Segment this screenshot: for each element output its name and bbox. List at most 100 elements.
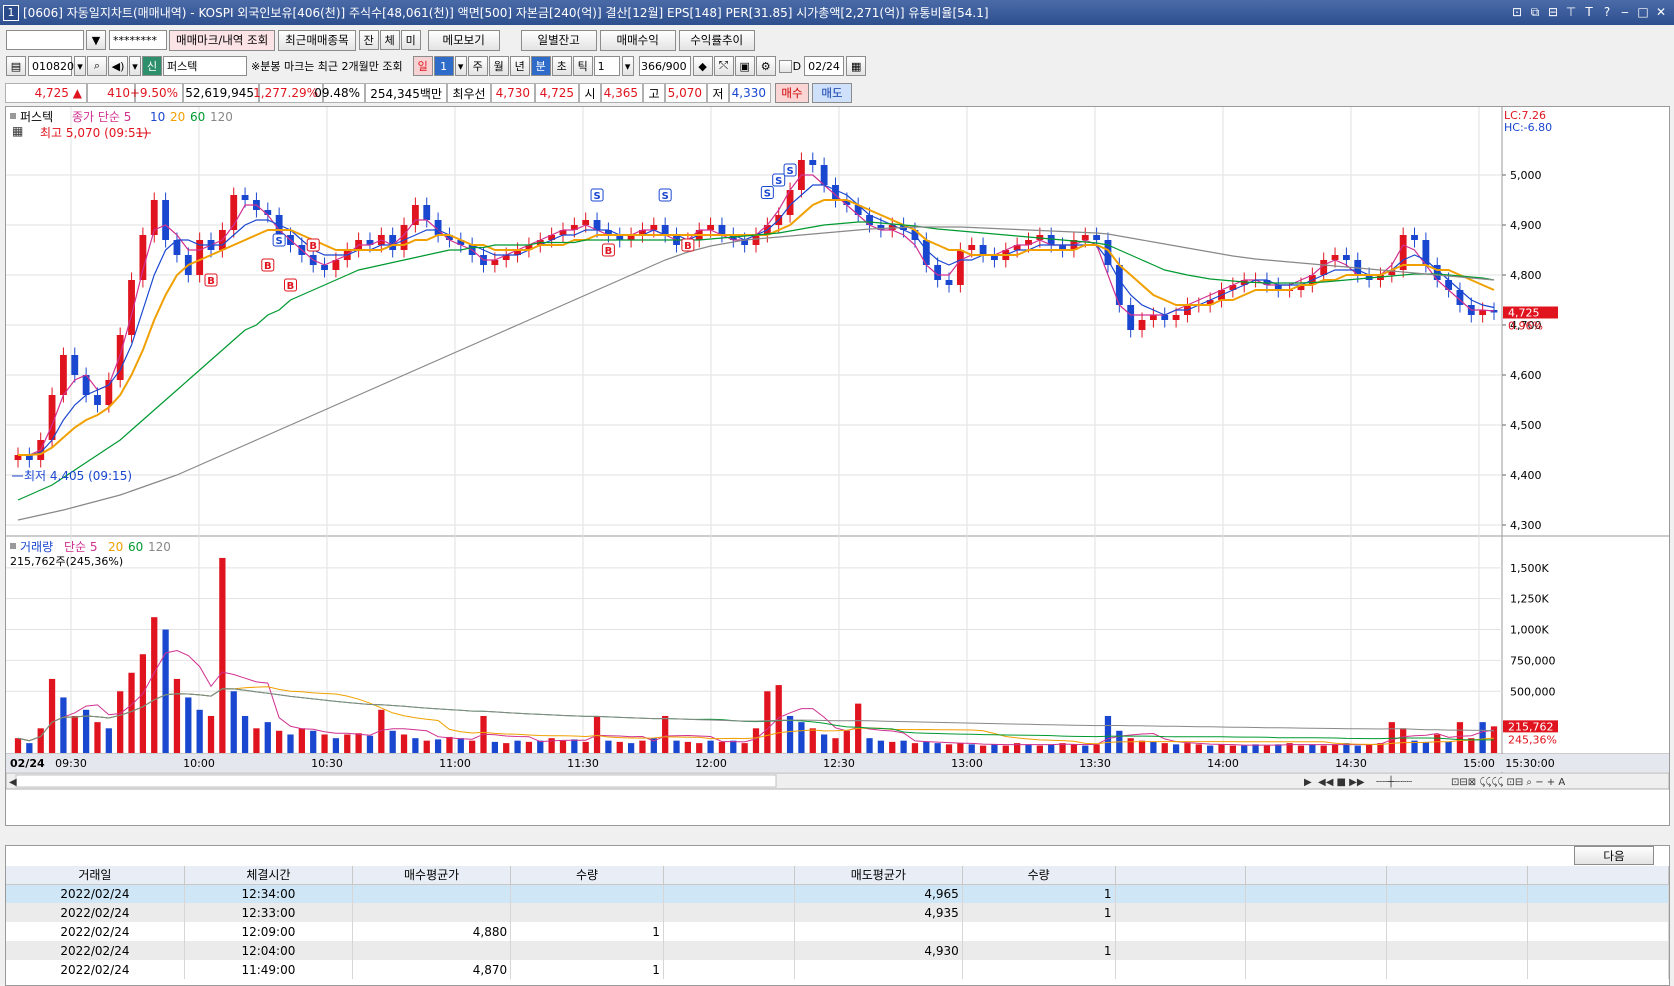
count-field[interactable]: 366/900 [638,56,691,76]
column-header[interactable]: 체결시간 [184,866,354,885]
column-header[interactable]: 수량 [962,866,1116,885]
trade-amount: 254,345백만 [365,83,447,103]
help-icon[interactable]: ? [1598,5,1616,20]
save-chart-icon[interactable]: ▣ [734,56,755,76]
mark-query-button[interactable]: 매매마크/내역 조회 [169,29,276,51]
column-header[interactable]: 매도평균가 [794,866,963,885]
close-icon[interactable]: ✕ [1652,5,1670,20]
volume-bar [741,743,748,753]
vol-legend-item: 거래량 [20,540,53,554]
period-month[interactable]: 월 [488,56,509,76]
scroll-right-icon: ▶ [1304,777,1312,788]
duplicate-icon[interactable]: ⧉ [1526,5,1544,20]
trade-mark-label: S [662,191,669,202]
table-cell: 1 [510,960,664,979]
password-field[interactable]: ******** [109,30,167,50]
volume-bar [1400,728,1407,753]
tab-che[interactable]: 체 [379,30,400,50]
account-select[interactable] [6,30,84,50]
interval-input[interactable]: 1 [593,56,620,76]
minimize-icon[interactable]: ‒ [1616,5,1634,20]
chart-svg[interactable]: 09:30 10:00 10:30 11:00 11:30 12:00 12:30 13:00… [5,107,1670,825]
period-dropdown-icon[interactable]: ▾ [454,56,467,76]
y-tick-label: 4,400 [1510,469,1542,482]
stock-code-input[interactable]: 010820 [28,56,74,76]
volume-bar [832,738,839,753]
sound-dropdown-icon[interactable]: ▾ [129,56,141,76]
account-dropdown-icon[interactable]: ▼ [86,30,106,50]
column-header[interactable] [663,866,795,885]
chart-area[interactable]: 09:30 10:00 10:30 11:00 11:30 12:00 12:30 13:00… [5,106,1670,826]
period-week[interactable]: 주 [467,56,488,76]
column-header[interactable] [1527,866,1669,885]
search-icon[interactable]: ⌕ [87,56,107,76]
trade-profit-button[interactable]: 매매수익 [599,29,676,51]
period-year[interactable]: 년 [509,56,530,76]
period-number[interactable]: 1 [433,56,454,76]
interval-dropdown-icon[interactable]: ▾ [621,56,634,76]
volume-bar [1445,741,1452,753]
stock-list-icon[interactable]: ▤ [6,56,26,76]
gear-icon[interactable]: ⚙ [755,56,776,76]
volume-bar [537,740,544,753]
table-cell: 2022/02/24 [6,960,185,979]
volume-bar [991,744,998,753]
period-day[interactable]: 일 [412,56,433,76]
candle-body [139,235,147,280]
column-header[interactable] [1386,866,1529,885]
link-icon[interactable]: ⊡ [1508,5,1526,20]
column-header[interactable]: 거래일 [6,866,185,885]
font-icon[interactable]: T [1580,5,1598,20]
maximize-icon[interactable]: □ [1634,5,1652,20]
table-row[interactable]: 2022/02/24 11:49:00 4,870 1 [6,960,1669,979]
table-cell [1386,903,1529,922]
code-dropdown-icon[interactable]: ▾ [74,56,86,76]
trend-icon[interactable]: ⤲ [713,56,734,76]
volume-bar [798,722,805,753]
save-icon[interactable]: ⊟ [1544,5,1562,20]
next-button[interactable]: 다음 [1574,846,1654,865]
profit-rate-button[interactable]: 수익률추이 [678,29,755,51]
volume-bar [1036,745,1043,753]
column-header[interactable]: 수량 [510,866,664,885]
table-cell [510,903,664,922]
volume-bar [1275,744,1282,753]
buy-button[interactable]: 매수 [775,83,809,103]
daily-balance-button[interactable]: 일별잔고 [520,29,597,51]
pin-icon[interactable]: ⊤ [1562,5,1580,20]
date-input[interactable]: 02/24 [804,56,845,76]
candle-body [59,355,67,395]
high-price: 5,070 [665,83,707,103]
volume-bar [843,730,850,753]
period-minute[interactable]: 분 [530,56,551,76]
candle-body [945,280,953,285]
table-row[interactable]: 2022/02/24 12:09:00 4,880 1 [6,922,1669,941]
high-annotation: 최고 5,070 (09:51) [40,126,148,140]
legend-item: 퍼스텍 [20,110,53,124]
vol-legend-item: 단순 5 [64,540,98,554]
table-cell [1115,922,1247,941]
tab-jan[interactable]: 잔 [358,30,379,50]
period-tick[interactable]: 틱 [572,56,593,76]
d-checkbox[interactable] [778,59,792,73]
table-cell [1527,922,1669,941]
table-row[interactable]: 2022/02/24 12:33:00 4,935 1 [6,903,1669,922]
volume-bar [1309,744,1316,753]
recent-trades-button[interactable]: 최근매매종목 [278,29,356,51]
sound-icon[interactable]: ◀) [108,56,128,76]
sell-button[interactable]: 매도 [812,83,852,103]
table-row[interactable]: 2022/02/24 12:04:00 4,930 1 [6,941,1669,960]
column-header[interactable]: 매수평균가 [352,866,512,885]
volume-bar [491,741,498,753]
tab-mi[interactable]: 미 [400,30,421,50]
calendar-icon[interactable]: ▦ [846,56,867,76]
column-header[interactable] [1115,866,1247,885]
column-header[interactable] [1245,866,1388,885]
table-row[interactable]: 2022/02/24 12:34:00 4,965 1 [6,884,1669,903]
indicator-icon[interactable]: ◆ [692,56,713,76]
memo-button[interactable]: 메모보기 [427,29,500,51]
vol-legend-marker [10,543,16,549]
table-cell [1115,960,1247,979]
period-second[interactable]: 초 [551,56,572,76]
stock-name-field[interactable]: 퍼스텍 [163,56,247,76]
